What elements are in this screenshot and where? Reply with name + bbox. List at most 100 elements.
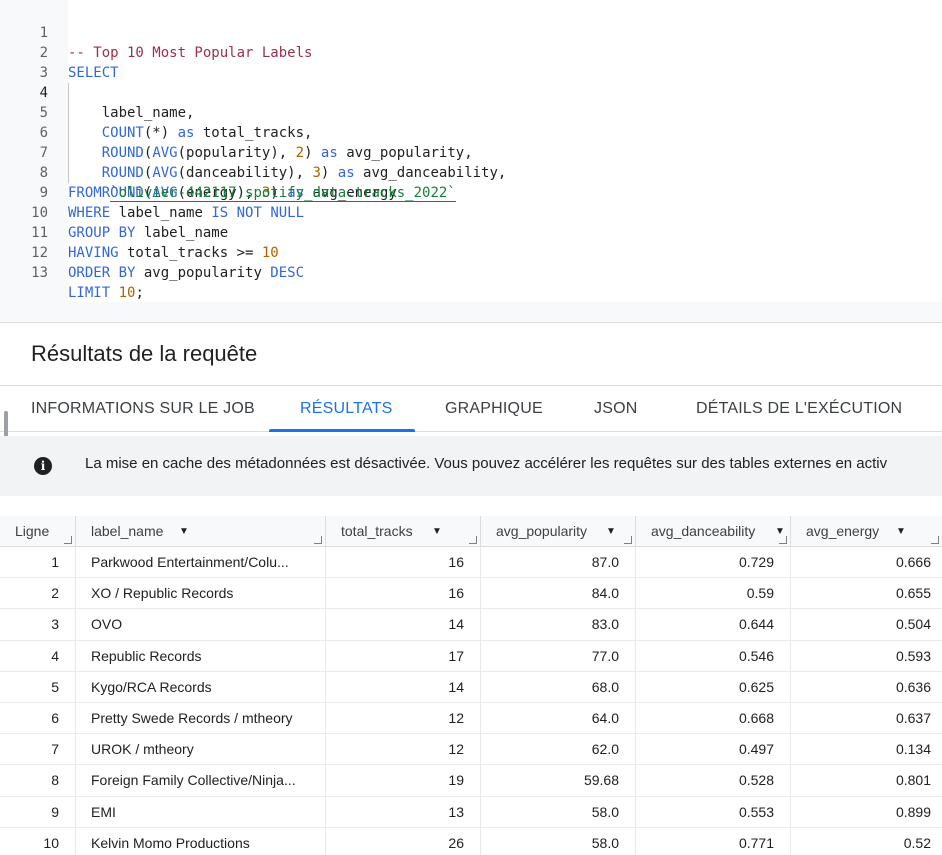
cell-avg-popularity: 58.0	[481, 827, 636, 855]
cell-row-number: 4	[0, 640, 76, 672]
table-row[interactable]: 1 Parkwood Entertainment/Colu... 16 87.0…	[0, 547, 942, 579]
code-line: 13 LIMIT 10;	[0, 243, 942, 301]
column-label: label_name	[91, 523, 164, 539]
table-row[interactable]: 2 XO / Republic Records 16 84.0 0.59 0.6…	[0, 578, 942, 610]
resize-handle[interactable]	[624, 536, 632, 544]
sql-keyword: DESC	[270, 265, 305, 281]
cell-avg-danceability: 0.644	[636, 609, 791, 641]
code-line: 3 label_name,	[0, 43, 942, 121]
cell-avg-popularity: 83.0	[481, 609, 636, 641]
cell-label-name: Kelvin Momo Productions	[76, 827, 326, 855]
resize-handle[interactable]	[314, 536, 322, 544]
cell-avg-popularity: 87.0	[481, 547, 636, 578]
table-row[interactable]: 4 Republic Records 17 77.0 0.546 0.593	[0, 640, 942, 672]
cell-total-tracks: 26	[326, 827, 481, 855]
cell-avg-danceability: 0.59	[636, 578, 791, 610]
code-line: 10 GROUP BY label_name	[0, 183, 942, 241]
cell-label-name: XO / Republic Records	[76, 578, 326, 610]
table-row[interactable]: 5 Kygo/RCA Records 14 68.0 0.625 0.636	[0, 671, 942, 703]
cell-avg-energy: 0.655	[895, 585, 931, 602]
cell-label-name: EMI	[76, 796, 326, 828]
cell-total-tracks: 17	[326, 640, 481, 672]
cell-total-tracks: 16	[326, 578, 481, 610]
column-label: avg_popularity	[496, 523, 588, 539]
code-line: 8 FROM `olivier-442117.spotify_data.trac…	[0, 143, 942, 202]
cell-label-name: Kygo/RCA Records	[76, 671, 326, 703]
table-row[interactable]: 9 EMI 13 58.0 0.553 0.899	[0, 796, 942, 828]
column-header-ligne[interactable]: Ligne	[0, 516, 76, 547]
resize-handle[interactable]	[779, 536, 787, 544]
sql-identifier: avg_popularity	[135, 265, 271, 281]
cell-label-name: Foreign Family Collective/Ninja...	[76, 765, 326, 797]
results-tab-bar: INFORMATIONS SUR LE JOB RÉSULTATS GRAPHI…	[0, 385, 942, 432]
column-label: Ligne	[15, 523, 50, 539]
cell-avg-danceability: 0.729	[636, 547, 791, 578]
resize-handle[interactable]	[931, 536, 939, 544]
cell-avg-popularity: 77.0	[481, 640, 636, 672]
sort-arrow-icon[interactable]: ▼	[432, 516, 442, 547]
cell-total-tracks: 13	[326, 796, 481, 828]
column-header-label-name[interactable]: label_name ▼	[76, 516, 326, 547]
column-label: avg_danceability	[651, 523, 756, 539]
cell-avg-energy: 0.899	[895, 803, 931, 820]
resize-handle[interactable]	[469, 536, 477, 544]
sort-arrow-icon[interactable]: ▼	[896, 516, 906, 547]
cell-row-number: 1	[0, 547, 76, 578]
resize-handle[interactable]	[64, 536, 72, 544]
cell-label-name: OVO	[76, 609, 326, 641]
column-header-total-tracks[interactable]: total_tracks ▼	[326, 516, 481, 547]
cell-label-name: Pretty Swede Records / mtheory	[76, 702, 326, 734]
cell-avg-danceability: 0.771	[636, 827, 791, 855]
cell-row-number: 5	[0, 671, 76, 703]
cell-total-tracks: 12	[326, 734, 481, 766]
table-header: Ligne label_name ▼ total_tracks ▼ avg_po…	[0, 516, 942, 547]
cell-avg-energy: 0.666	[895, 554, 931, 570]
code-line: 7 ROUND(AVG(energy), 3) as avg_energy	[0, 123, 942, 201]
column-label: avg_energy	[806, 523, 880, 539]
panel-divider[interactable]	[0, 322, 942, 323]
cell-avg-popularity: 59.68	[481, 765, 636, 797]
cell-total-tracks: 12	[326, 702, 481, 734]
column-header-avg-popularity[interactable]: avg_popularity ▼	[481, 516, 636, 547]
tab-results[interactable]: RÉSULTATS	[300, 386, 392, 432]
table-row[interactable]: 8 Foreign Family Collective/Ninja... 19 …	[0, 765, 942, 797]
cell-avg-energy: 0.637	[895, 709, 931, 726]
tab-json[interactable]: JSON	[594, 386, 637, 432]
cell-avg-popularity: 58.0	[481, 796, 636, 828]
cell-total-tracks: 19	[326, 765, 481, 797]
sql-text: ;	[135, 285, 144, 301]
cell-total-tracks: 14	[326, 671, 481, 703]
cell-avg-danceability: 0.553	[636, 796, 791, 828]
tab-scroll-handle[interactable]	[4, 411, 8, 437]
sort-arrow-icon[interactable]: ▼	[606, 516, 616, 547]
table-row[interactable]: 6 Pretty Swede Records / mtheory 12 64.0…	[0, 702, 942, 735]
sql-keyword: ORDER BY	[68, 265, 136, 281]
tab-chart[interactable]: GRAPHIQUE	[445, 386, 543, 432]
tab-execution-details[interactable]: DÉTAILS DE L'EXÉCUTION	[696, 386, 902, 432]
cell-avg-danceability: 0.497	[636, 734, 791, 766]
info-icon: i	[34, 457, 52, 475]
tab-job-information[interactable]: INFORMATIONS SUR LE JOB	[31, 386, 255, 432]
code-line: 6 ROUND(AVG(danceability), 3) as avg_dan…	[0, 103, 942, 181]
table-row[interactable]: 3 OVO 14 83.0 0.644 0.504	[0, 609, 942, 641]
cell-avg-danceability: 0.625	[636, 671, 791, 703]
cell-avg-danceability: 0.528	[636, 765, 791, 797]
sql-editor[interactable]: 1 -- Top 10 Most Popular Labels 2 SELECT…	[0, 0, 942, 322]
cell-avg-energy: 0.636	[895, 678, 931, 695]
cell-avg-popularity: 68.0	[481, 671, 636, 703]
code-lines[interactable]: 1 -- Top 10 Most Popular Labels 2 SELECT…	[0, 3, 942, 301]
cell-avg-energy: 0.801	[895, 772, 931, 789]
sort-arrow-icon[interactable]: ▼	[179, 516, 189, 547]
column-label: total_tracks	[341, 523, 413, 539]
cell-row-number: 9	[0, 796, 76, 828]
sql-keyword: LIMIT	[68, 285, 111, 301]
cell-avg-popularity: 62.0	[481, 734, 636, 766]
active-tab-indicator	[269, 429, 415, 432]
code-line: 11 HAVING total_tracks >= 10	[0, 203, 942, 261]
cell-label-name: Parkwood Entertainment/Colu...	[76, 547, 326, 578]
column-header-avg-energy[interactable]: avg_energy ▼	[791, 516, 942, 547]
column-header-avg-danceability[interactable]: avg_danceability ▼	[636, 516, 791, 547]
table-row[interactable]: 7 UROK / mtheory 12 62.0 0.497 0.134	[0, 734, 942, 766]
table-row[interactable]: 10 Kelvin Momo Productions 26 58.0 0.771…	[0, 827, 942, 855]
line-number: 13	[31, 265, 48, 281]
